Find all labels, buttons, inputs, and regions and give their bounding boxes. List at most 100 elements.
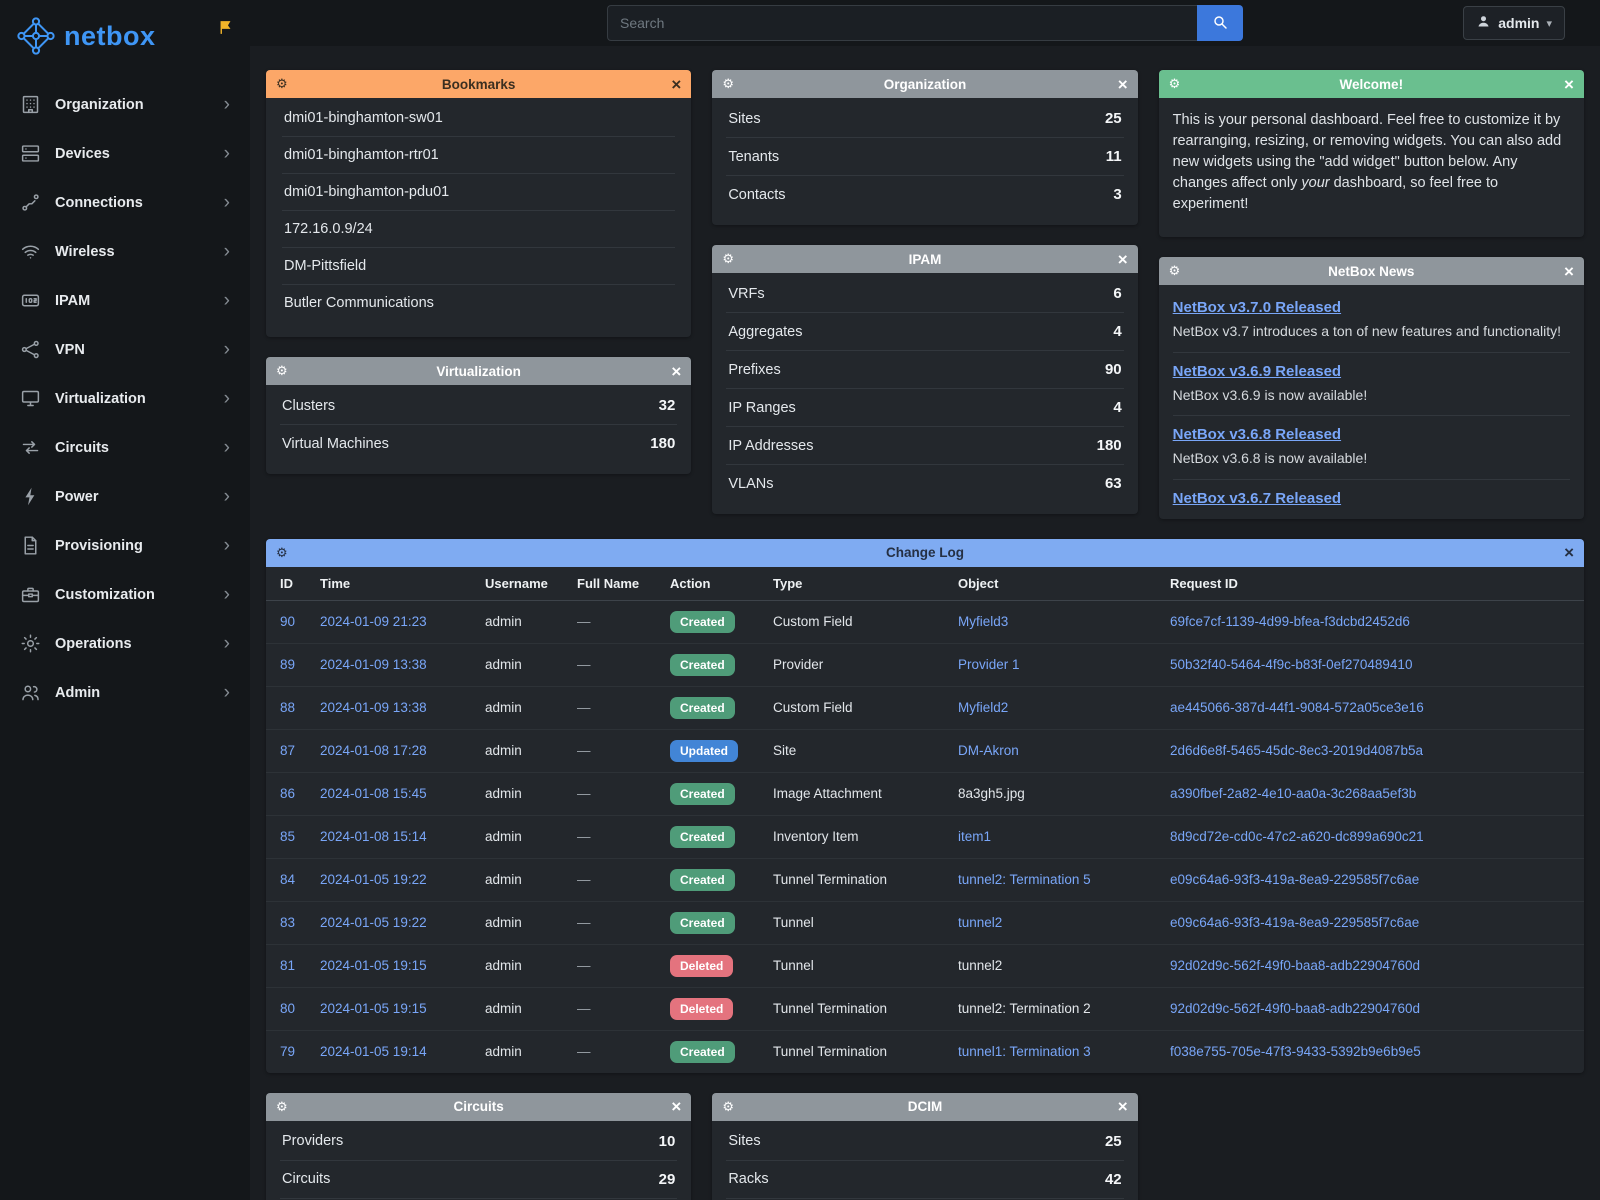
news-headline-link[interactable]: NetBox v3.6.9 Released (1173, 363, 1341, 380)
stat-virtual-machines-link[interactable]: Virtual Machines (282, 436, 389, 452)
changelog-request-id-link[interactable]: 92d02d9c-562f-49f0-baa8-adb22904760d (1170, 1001, 1420, 1016)
changelog-time-link[interactable]: 2024-01-05 19:15 (320, 958, 427, 973)
sidebar-item-organization[interactable]: Organization › (0, 80, 250, 129)
sidebar-item-connections[interactable]: Connections › (0, 178, 250, 227)
changelog-id-link[interactable]: 86 (280, 786, 295, 801)
bookmark-flag-icon[interactable] (217, 19, 234, 39)
sidebar-item-provisioning[interactable]: Provisioning › (0, 521, 250, 570)
changelog-id-link[interactable]: 83 (280, 915, 295, 930)
widget-config-icon[interactable]: ⚙ (722, 1099, 746, 1115)
changelog-id-link[interactable]: 80 (280, 1001, 295, 1016)
stat-sites-link[interactable]: Sites (728, 1133, 760, 1149)
search-button[interactable] (1197, 5, 1243, 41)
changelog-id-link[interactable]: 79 (280, 1044, 295, 1059)
widget-config-icon[interactable]: ⚙ (276, 545, 300, 561)
widget-config-icon[interactable]: ⚙ (1169, 263, 1193, 279)
news-headline-link[interactable]: NetBox v3.7.0 Released (1173, 299, 1341, 316)
widget-close-icon[interactable]: × (657, 1098, 681, 1115)
sidebar-item-customization[interactable]: Customization › (0, 570, 250, 619)
stat-prefixes-link[interactable]: Prefixes (728, 362, 780, 378)
changelog-request-id-link[interactable]: 2d6d6e8f-5465-45dc-8ec3-2019d4087b5a (1170, 743, 1423, 758)
changelog-time-link[interactable]: 2024-01-09 13:38 (320, 700, 427, 715)
changelog-time-link[interactable]: 2024-01-05 19:15 (320, 1001, 427, 1016)
changelog-id-link[interactable]: 89 (280, 657, 295, 672)
widget-close-icon[interactable]: × (1104, 1098, 1128, 1115)
news-headline-link[interactable]: NetBox v3.6.7 Released (1173, 490, 1341, 507)
sidebar-item-ipam[interactable]: IPAM › (0, 276, 250, 325)
news-headline-link[interactable]: NetBox v3.6.8 Released (1173, 426, 1341, 443)
widget-close-icon[interactable]: × (1550, 76, 1574, 93)
widget-config-icon[interactable]: ⚙ (722, 76, 746, 92)
changelog-object-link[interactable]: tunnel2: Termination 5 (958, 872, 1091, 887)
bookmark-link-dmi01-binghamton-rtr01[interactable]: dmi01-binghamton-rtr01 (282, 136, 675, 173)
widget-close-icon[interactable]: × (1550, 544, 1574, 561)
sidebar-item-wireless[interactable]: Wireless › (0, 227, 250, 276)
widget-config-icon[interactable]: ⚙ (276, 363, 300, 379)
stat-providers-link[interactable]: Providers (282, 1133, 343, 1149)
changelog-id-link[interactable]: 81 (280, 958, 295, 973)
widget-config-icon[interactable]: ⚙ (722, 251, 746, 267)
sidebar-item-operations[interactable]: Operations › (0, 619, 250, 668)
widget-close-icon[interactable]: × (1550, 263, 1574, 280)
search-input[interactable] (607, 5, 1197, 41)
changelog-object-link[interactable]: tunnel2 (958, 915, 1002, 930)
changelog-object-link[interactable]: DM-Akron (958, 743, 1019, 758)
changelog-request-id-link[interactable]: 8d9cd72e-cd0c-47c2-a620-dc899a690c21 (1170, 829, 1424, 844)
changelog-request-id-link[interactable]: f038e755-705e-47f3-9433-5392b9e6b9e5 (1170, 1044, 1421, 1059)
changelog-id-link[interactable]: 87 (280, 743, 295, 758)
stat-ip-ranges-link[interactable]: IP Ranges (728, 400, 795, 416)
widget-close-icon[interactable]: × (1104, 251, 1128, 268)
changelog-object-link[interactable]: item1 (958, 829, 991, 844)
changelog-object-link[interactable]: Myfield2 (958, 700, 1008, 715)
sidebar-item-virtualization[interactable]: Virtualization › (0, 374, 250, 423)
widget-close-icon[interactable]: × (1104, 76, 1128, 93)
stat-sites-link[interactable]: Sites (728, 111, 760, 127)
changelog-time-link[interactable]: 2024-01-09 21:23 (320, 614, 427, 629)
bookmark-link-dmi01-binghamton-sw01[interactable]: dmi01-binghamton-sw01 (282, 100, 675, 136)
changelog-request-id-link[interactable]: 92d02d9c-562f-49f0-baa8-adb22904760d (1170, 958, 1420, 973)
stat-clusters-link[interactable]: Clusters (282, 398, 335, 414)
brand-name[interactable]: netbox (64, 21, 156, 52)
sidebar-item-devices[interactable]: Devices › (0, 129, 250, 178)
changelog-object-link[interactable]: tunnel1: Termination 3 (958, 1044, 1091, 1059)
changelog-request-id-link[interactable]: e09c64a6-93f3-419a-8ea9-229585f7c6ae (1170, 915, 1419, 930)
changelog-time-link[interactable]: 2024-01-05 19:14 (320, 1044, 427, 1059)
changelog-object-link[interactable]: Provider 1 (958, 657, 1020, 672)
bookmark-link-dm-pittsfield[interactable]: DM-Pittsfield (282, 247, 675, 284)
stat-racks-link[interactable]: Racks (728, 1171, 768, 1187)
widget-config-icon[interactable]: ⚙ (1169, 76, 1193, 92)
changelog-time-link[interactable]: 2024-01-09 13:38 (320, 657, 427, 672)
changelog-request-id-link[interactable]: a390fbef-2a82-4e10-aa0a-3c268aa5ef3b (1170, 786, 1416, 801)
bookmark-link-butler-communications[interactable]: Butler Communications (282, 284, 675, 321)
changelog-time-link[interactable]: 2024-01-08 15:14 (320, 829, 427, 844)
stat-vrfs-link[interactable]: VRFs (728, 286, 764, 302)
widget-close-icon[interactable]: × (657, 76, 681, 93)
changelog-object-link[interactable]: Myfield3 (958, 614, 1008, 629)
sidebar-item-vpn[interactable]: VPN › (0, 325, 250, 374)
changelog-time-link[interactable]: 2024-01-05 19:22 (320, 872, 427, 887)
changelog-request-id-link[interactable]: 69fce7cf-1139-4d99-bfea-f3dcbd2452d6 (1170, 614, 1410, 629)
stat-contacts-link[interactable]: Contacts (728, 187, 785, 203)
widget-config-icon[interactable]: ⚙ (276, 1099, 300, 1115)
widget-config-icon[interactable]: ⚙ (276, 76, 300, 92)
changelog-time-link[interactable]: 2024-01-05 19:22 (320, 915, 427, 930)
widget-close-icon[interactable]: × (657, 363, 681, 380)
changelog-time-link[interactable]: 2024-01-08 17:28 (320, 743, 427, 758)
changelog-request-id-link[interactable]: 50b32f40-5464-4f9c-b83f-0ef270489410 (1170, 657, 1412, 672)
netbox-logo-icon[interactable] (16, 16, 56, 56)
stat-ip-addresses-link[interactable]: IP Addresses (728, 438, 813, 454)
stat-vlans-link[interactable]: VLANs (728, 476, 773, 492)
stat-tenants-link[interactable]: Tenants (728, 149, 779, 165)
stat-circuits-link[interactable]: Circuits (282, 1171, 330, 1187)
changelog-id-link[interactable]: 90 (280, 614, 295, 629)
changelog-request-id-link[interactable]: e09c64a6-93f3-419a-8ea9-229585f7c6ae (1170, 872, 1419, 887)
changelog-request-id-link[interactable]: ae445066-387d-44f1-9084-572a05ce3e16 (1170, 700, 1424, 715)
user-menu-button[interactable]: admin ▾ (1463, 6, 1565, 40)
changelog-id-link[interactable]: 85 (280, 829, 295, 844)
bookmark-link-dmi01-binghamton-pdu01[interactable]: dmi01-binghamton-pdu01 (282, 173, 675, 210)
bookmark-link-172-16-0-9-24[interactable]: 172.16.0.9/24 (282, 210, 675, 247)
stat-aggregates-link[interactable]: Aggregates (728, 324, 802, 340)
changelog-id-link[interactable]: 84 (280, 872, 295, 887)
changelog-time-link[interactable]: 2024-01-08 15:45 (320, 786, 427, 801)
sidebar-item-circuits[interactable]: Circuits › (0, 423, 250, 472)
